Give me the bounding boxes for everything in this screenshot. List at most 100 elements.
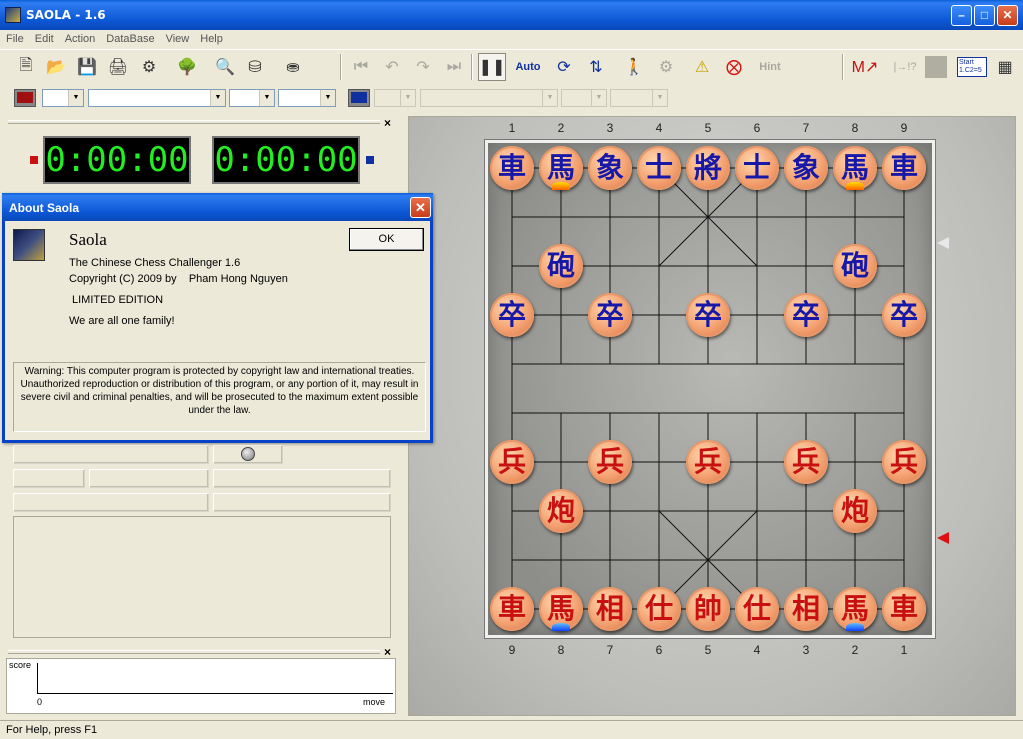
about-dialog-title: About Saola <box>9 201 80 215</box>
open-folder-icon[interactable]: 📂 <box>42 53 70 81</box>
notation-panel-icon[interactable]: ▦ <box>991 53 1019 81</box>
blue-depth-select[interactable]: ▼ <box>610 89 668 107</box>
blue-engine-select[interactable]: ▼ <box>420 89 558 107</box>
menu-database[interactable]: DataBase <box>100 30 159 45</box>
red-piece[interactable]: 車 <box>882 587 926 631</box>
blue-piece[interactable]: 砲 <box>833 244 877 288</box>
blue-piece[interactable]: 士 <box>637 146 681 190</box>
red-engine-select[interactable]: ▼ <box>88 89 226 107</box>
red-piece[interactable]: 帥 <box>686 587 730 631</box>
red-time-select[interactable]: ▼ <box>229 89 275 107</box>
blue-piece[interactable]: 卒 <box>784 293 828 337</box>
red-piece[interactable]: 仕 <box>735 587 779 631</box>
xiangqi-board[interactable] <box>485 140 935 638</box>
blue-piece[interactable]: 砲 <box>539 244 583 288</box>
red-piece[interactable]: 兵 <box>784 440 828 484</box>
database-icon[interactable]: ⛁ <box>241 53 269 81</box>
blue-piece[interactable]: 車 <box>490 146 534 190</box>
red-piece[interactable]: 仕 <box>637 587 681 631</box>
app-icon <box>5 7 21 23</box>
pause-icon[interactable]: ❚❚ <box>478 53 506 81</box>
file-label-top: 5 <box>704 121 712 135</box>
search-icon[interactable]: 🔍 <box>211 53 239 81</box>
about-close-button[interactable]: ✕ <box>410 197 431 218</box>
blue-side-marker <box>366 156 374 164</box>
menu-view[interactable]: View <box>160 30 195 45</box>
window-title: SAOLA - 1.6 <box>26 8 106 22</box>
undo-icon[interactable]: ↶ <box>378 53 406 81</box>
red-piece[interactable]: 相 <box>588 587 632 631</box>
new-file-icon[interactable]: 🗎 <box>12 53 40 81</box>
redo-icon[interactable]: ↷ <box>409 53 437 81</box>
red-piece[interactable]: 兵 <box>686 440 730 484</box>
red-depth-select[interactable]: ▼ <box>278 89 336 107</box>
copyright-warning: Warning: This computer program is protec… <box>13 362 426 432</box>
red-piece[interactable]: 相 <box>784 587 828 631</box>
hint-button[interactable]: Hint <box>754 53 786 81</box>
close-button[interactable]: ✕ <box>997 5 1018 26</box>
print-icon[interactable]: 🖨 <box>104 53 132 81</box>
blue-piece[interactable]: 卒 <box>882 293 926 337</box>
stop-icon[interactable]: ⨂ <box>720 53 748 81</box>
walking-man-icon[interactable]: 🚶 <box>620 53 648 81</box>
panel-close-icon[interactable]: × <box>384 116 391 130</box>
color-swatch-icon[interactable] <box>922 53 950 81</box>
last-move-icon[interactable]: ⏭ <box>440 53 468 81</box>
about-copyright: Copyright (C) 2009 by Pham Hong Nguyen <box>69 273 288 285</box>
red-piece[interactable]: 炮 <box>539 489 583 533</box>
blue-time-select[interactable]: ▼ <box>561 89 607 107</box>
menu-help[interactable]: Help <box>194 30 228 45</box>
graph-x-label: move <box>363 697 386 707</box>
red-piece[interactable]: 兵 <box>490 440 534 484</box>
blue-piece[interactable]: 象 <box>784 146 828 190</box>
blue-piece[interactable]: 車 <box>882 146 926 190</box>
menu-bar: File Edit Action DataBase View Help <box>0 30 1023 49</box>
info-field <box>13 445 209 464</box>
blue-piece[interactable]: 象 <box>588 146 632 190</box>
blue-piece[interactable]: 卒 <box>588 293 632 337</box>
settings-gear-icon[interactable]: ⚙ <box>135 53 163 81</box>
red-piece[interactable]: 兵 <box>882 440 926 484</box>
red-piece[interactable]: 車 <box>490 587 534 631</box>
blue-piece[interactable]: 卒 <box>686 293 730 337</box>
blue-level-select[interactable]: ▼ <box>374 89 416 107</box>
menu-action[interactable]: Action <box>59 30 101 45</box>
engine-icon[interactable]: ⚙ <box>652 53 680 81</box>
status-bar: For Help, press F1 <box>0 720 1023 739</box>
menu-edit[interactable]: Edit <box>29 30 59 45</box>
blue-piece[interactable]: 卒 <box>490 293 534 337</box>
auto-play-button[interactable]: Auto <box>514 53 542 81</box>
opening-tree-icon[interactable]: 🌳 <box>173 53 201 81</box>
piece-glow-icon <box>552 623 570 631</box>
about-dialog: About Saola ✕ Saola The Chinese Chess Ch… <box>2 193 433 443</box>
file-label-top: 4 <box>655 121 663 135</box>
warning-icon[interactable]: ⚠ <box>688 53 716 81</box>
save-icon[interactable]: 💾 <box>73 53 101 81</box>
menu-file[interactable]: File <box>0 30 29 45</box>
about-dialog-titlebar[interactable]: About Saola ✕ <box>2 193 433 221</box>
blue-piece[interactable]: 士 <box>735 146 779 190</box>
first-move-icon[interactable]: ⏮ <box>347 53 375 81</box>
title-bar[interactable]: SAOLA - 1.6 – □ ✕ <box>0 0 1023 30</box>
red-piece[interactable]: 炮 <box>833 489 877 533</box>
file-label-bottom: 8 <box>557 643 565 657</box>
graph-origin-label: 0 <box>37 697 43 707</box>
move-annotation-icon[interactable]: M↗ <box>851 53 879 81</box>
swap-sides-icon[interactable]: ⇅ <box>582 53 610 81</box>
database-tools-icon[interactable]: ⛂ <box>279 53 307 81</box>
flip-board-icon[interactable]: ⟳ <box>550 53 578 81</box>
maximize-button[interactable]: □ <box>974 5 995 26</box>
graph-close-icon[interactable]: × <box>384 645 391 659</box>
red-piece[interactable]: 兵 <box>588 440 632 484</box>
red-side-marker <box>30 156 38 164</box>
ok-button[interactable]: OK <box>349 228 424 251</box>
blue-piece[interactable]: 將 <box>686 146 730 190</box>
annotate-symbol-icon[interactable]: |→!? <box>891 53 919 81</box>
start-position-button[interactable]: Start 1.C2=5 <box>957 53 987 81</box>
minimize-button[interactable]: – <box>951 5 972 26</box>
file-label-top: 7 <box>802 121 810 135</box>
red-player-monitor-icon <box>14 89 36 107</box>
move-list-area[interactable] <box>13 516 391 638</box>
turn-indicator <box>213 445 283 464</box>
red-level-select[interactable]: ▼ <box>42 89 84 107</box>
